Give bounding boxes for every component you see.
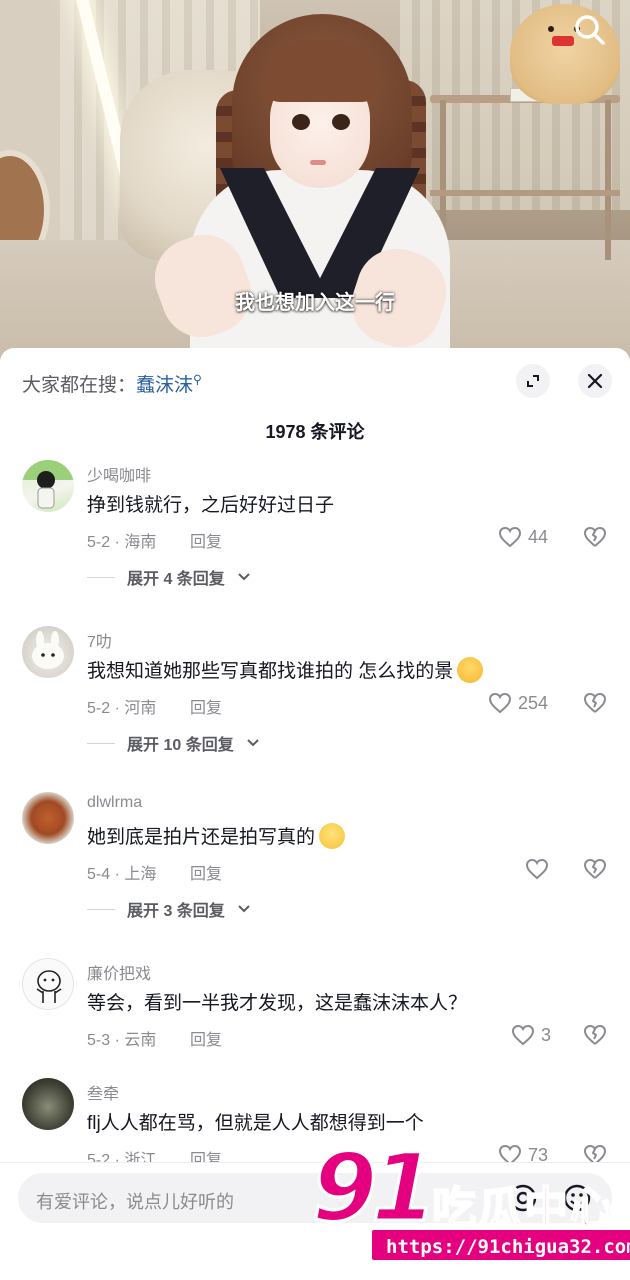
expand-icon — [527, 375, 539, 387]
reply-button[interactable]: 回复 — [190, 860, 222, 884]
expand-replies-label: 展开 4 条回复 — [127, 571, 225, 588]
comment-date-location: 5-2 · 海南 — [87, 534, 157, 551]
watermark-number: 91 — [311, 1134, 439, 1243]
close-sheet-button[interactable] — [578, 364, 612, 398]
heart-icon — [511, 1024, 535, 1046]
comment-item: 少喝咖啡 挣到钱就行，之后好好过日子 5-2 · 海南 回复 44 展开 4 条… — [0, 460, 630, 620]
search-mini-icon: ⚲ — [193, 372, 202, 387]
comment-username[interactable]: 廉价把戏 — [87, 960, 151, 984]
like-count: 3 — [541, 1024, 552, 1045]
avatar-illustration — [32, 631, 64, 669]
lips — [310, 160, 326, 165]
trending-search-label: 大家都在搜： — [22, 375, 137, 396]
divider — [87, 742, 115, 744]
avatar[interactable] — [22, 792, 74, 844]
chevron-down-icon — [238, 905, 250, 913]
comment-item: 7叻 我想知道她那些写真都找谁拍的 怎么找的景 5-2 · 河南 回复 254 … — [0, 626, 630, 786]
heart-icon — [488, 692, 512, 714]
comment-date-location: 5-2 · 河南 — [87, 700, 157, 717]
comment-date-location: 5-4 · 上海 — [87, 866, 157, 883]
expand-replies-label: 展开 10 条回复 — [127, 737, 234, 754]
avatar[interactable] — [22, 626, 74, 678]
comment-text[interactable]: 我想知道她那些写真都找谁拍的 怎么找的景 — [87, 656, 484, 683]
video-player[interactable]: 我也想加入这一行 — [0, 0, 630, 360]
avatar-illustration — [22, 460, 74, 509]
expand-replies[interactable]: 展开 3 条回复 — [87, 898, 251, 920]
trending-search[interactable]: 大家都在搜：蠢沫沫⚲ — [22, 370, 202, 397]
table-leg — [605, 100, 611, 260]
comment-date-location: 5-3 · 云南 — [87, 1032, 157, 1049]
like-button[interactable]: 3 — [511, 1020, 551, 1050]
plush-eye — [548, 26, 554, 32]
dislike-button[interactable] — [582, 1022, 608, 1048]
search-button[interactable] — [570, 10, 610, 50]
dislike-button[interactable] — [582, 690, 608, 716]
expand-sheet-button[interactable] — [516, 364, 550, 398]
bangs — [262, 40, 380, 102]
eye — [332, 114, 350, 130]
comment-count: 1978 条评论 — [265, 422, 365, 442]
comment-text-content: 她到底是拍片还是拍写真的 — [87, 827, 316, 848]
comment-username[interactable]: 叁牵 — [87, 1080, 119, 1104]
sheet-header: 大家都在搜：蠢沫沫⚲ — [0, 348, 630, 418]
heart-icon — [498, 526, 522, 548]
comment-text[interactable]: 等会，看到一半我才发现，这是蠢沫沫本人？ — [87, 988, 467, 1015]
expand-replies[interactable]: 展开 4 条回复 — [87, 566, 251, 588]
watermark-name: 吃瓜中心 — [431, 1183, 616, 1234]
divider — [87, 576, 115, 578]
like-count: 44 — [528, 526, 549, 547]
comment-text[interactable]: flj人人都在骂，但就是人人都想得到一个 — [87, 1108, 424, 1135]
comment-username[interactable]: 少喝咖啡 — [87, 462, 151, 486]
comment-text[interactable]: 她到底是拍片还是拍写真的 — [87, 822, 346, 849]
comment-username[interactable]: 7叻 — [87, 628, 112, 652]
close-icon — [587, 373, 603, 389]
watermark: 91 吃瓜中心 https://91chigua32.com — [311, 1134, 630, 1272]
heart-icon — [525, 858, 549, 880]
reply-button[interactable]: 回复 — [190, 1026, 222, 1050]
eye — [292, 114, 310, 130]
avatar[interactable] — [22, 958, 74, 1010]
dislike-button[interactable] — [582, 856, 608, 882]
table-shelf — [430, 190, 620, 196]
reply-button[interactable]: 回复 — [190, 528, 222, 552]
like-button[interactable]: 44 — [498, 522, 548, 552]
comment-input-placeholder: 有爱评论，说点儿好听的 — [36, 1192, 234, 1212]
broken-heart-icon — [584, 1025, 606, 1045]
laughing-crying-emoji-icon — [457, 657, 484, 683]
dizzy-face-emoji-icon — [319, 823, 346, 849]
search-icon — [575, 15, 605, 45]
expand-replies-label: 展开 3 条回复 — [127, 903, 225, 920]
watermark-url: https://91chigua32.com — [370, 1228, 630, 1262]
dislike-button[interactable] — [582, 524, 608, 550]
comment-text-content: 我想知道她那些写真都找谁拍的 怎么找的景 — [87, 661, 454, 682]
chevron-down-icon — [246, 739, 259, 747]
like-count: 254 — [518, 692, 549, 713]
broken-heart-icon — [584, 527, 606, 547]
broken-heart-icon — [584, 859, 606, 879]
like-button[interactable] — [525, 854, 555, 884]
like-button[interactable]: 254 — [488, 688, 548, 718]
trending-search-keyword[interactable]: 蠢沫沫 — [136, 375, 193, 396]
expand-replies[interactable]: 展开 10 条回复 — [87, 732, 260, 754]
avatar[interactable] — [22, 460, 74, 512]
avatar[interactable] — [22, 1078, 74, 1130]
avatar-illustration — [36, 970, 62, 1003]
video-subtitle: 我也想加入这一行 — [235, 292, 395, 314]
divider — [87, 908, 115, 910]
broken-heart-icon — [584, 693, 606, 713]
comment-username[interactable]: dlwlrma — [87, 794, 142, 812]
chevron-down-icon — [238, 573, 250, 581]
reply-button[interactable]: 回复 — [190, 694, 222, 718]
comment-item: dlwlrma 她到底是拍片还是拍写真的 5-4 · 上海 回复 展开 3 条回… — [0, 792, 630, 952]
comment-text[interactable]: 挣到钱就行，之后好好过日子 — [87, 490, 334, 517]
